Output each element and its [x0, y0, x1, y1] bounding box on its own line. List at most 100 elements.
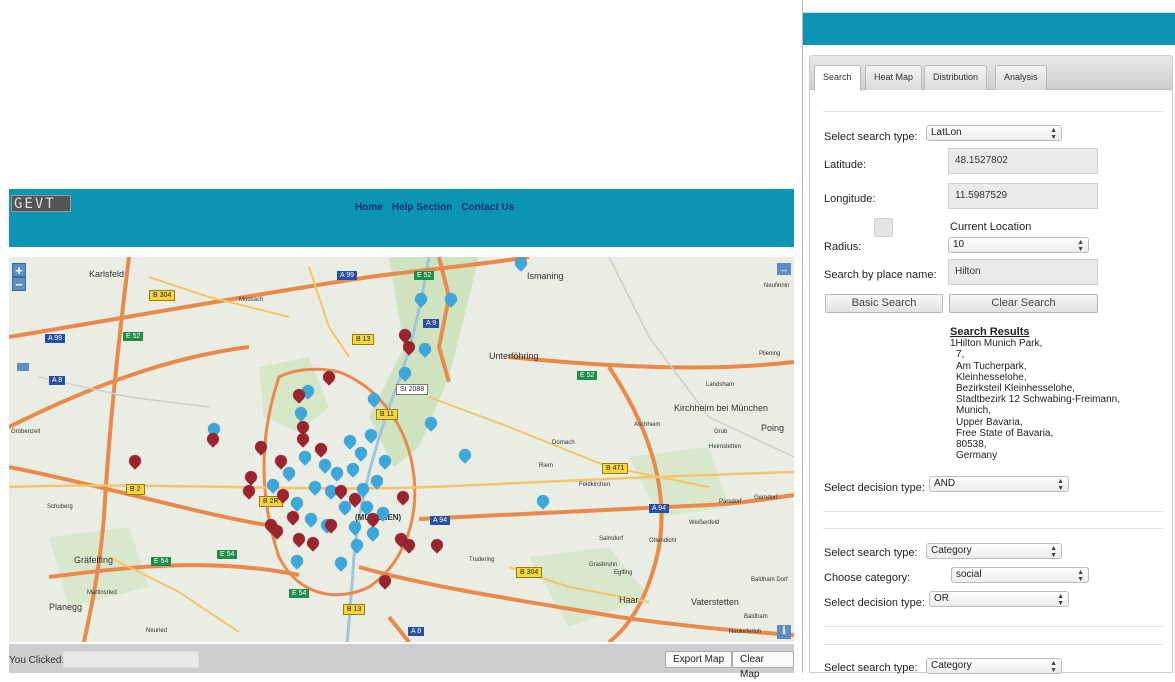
map-view[interactable]: Karlsfeld Ismaning Unterföhring Kirchhei…: [9, 257, 794, 642]
search-type-select[interactable]: LatLon ▲ ▼: [926, 125, 1062, 141]
place-label: Neufinnin: [764, 283, 790, 289]
zoom-in-button[interactable]: +: [12, 263, 26, 277]
road-shield: A 8: [49, 376, 66, 385]
place-label: Planegg: [49, 602, 83, 612]
map-footer: You Clicked: Export Map Clear Map: [9, 644, 794, 680]
place-label: Baldham Dorf: [751, 577, 788, 583]
place-label: Trudering: [469, 557, 495, 563]
road-shield: A 94: [649, 504, 670, 513]
select-arrows-icon: ▲ ▼: [1050, 545, 1057, 559]
road-shield: E 54: [217, 550, 238, 559]
control-panel: Search Heat Map Distribution Analysis Se…: [802, 0, 1175, 674]
clicked-coordinates-field[interactable]: [63, 651, 199, 668]
search-type-select[interactable]: Category ▲ ▼: [926, 658, 1062, 674]
nav-home-link[interactable]: Home: [355, 202, 383, 213]
road-shield: B 13: [352, 334, 375, 345]
panel-tabs: Search Heat Map Distribution Analysis: [810, 56, 1172, 91]
place-label: Riem: [539, 463, 554, 469]
category-value: social: [956, 569, 982, 580]
tab-distribution[interactable]: Distribution: [924, 65, 988, 90]
road-shield: B 13: [343, 604, 366, 615]
map-app: GEVT Home Help Section Contact Us Karlsf…: [9, 189, 794, 680]
clicked-label: You Clicked:: [9, 655, 65, 666]
result-line: Stadtbezirk 12 Schwabing-Freimann,: [956, 394, 1120, 406]
result-line: Upper Bavaria,: [956, 416, 1023, 428]
select-arrows-icon: ▲ ▼: [1050, 127, 1057, 141]
latitude-label: Latitude:: [824, 159, 867, 171]
tab-analysis[interactable]: Analysis: [995, 65, 1047, 90]
select-arrows-icon: ▲ ▼: [1057, 478, 1064, 492]
nav-help-link[interactable]: Help Section: [392, 202, 453, 213]
search-results-title: Search Results: [950, 326, 1030, 338]
result-line: 1Hilton Munich Park,: [950, 338, 1043, 350]
road-shield: A 9: [423, 319, 440, 328]
result-line: Am Tucherpark,: [956, 360, 1027, 372]
expand-icon[interactable]: ↔: [777, 263, 791, 275]
current-location-label: Current Location: [950, 221, 1032, 233]
place-name-field[interactable]: Hilton: [948, 259, 1098, 285]
place-label: Poing: [761, 423, 785, 433]
place-label: Parsdorf: [719, 499, 742, 505]
search-type-label: Select search type:: [824, 662, 918, 674]
road-shield: B 304: [149, 290, 176, 301]
layer-toggle-icon[interactable]: [17, 363, 29, 371]
divider: [823, 511, 1163, 512]
road-shield: B 471: [602, 463, 629, 474]
result-line: Kleinhesselohe,: [956, 371, 1027, 383]
result-line: 80538,: [956, 439, 987, 451]
place-label: Feldkirchen: [579, 482, 611, 488]
result-line: Munich,: [956, 405, 992, 417]
road-shield: A 8: [408, 627, 425, 636]
current-location-checkbox[interactable]: [874, 218, 893, 237]
decision-type-select[interactable]: AND ▲ ▼: [929, 476, 1069, 492]
panel-header: [803, 12, 1175, 45]
decision-type-value: OR: [934, 593, 949, 604]
place-label: Dornach: [552, 440, 575, 446]
divider: [823, 111, 1163, 112]
clear-search-button[interactable]: Clear Search: [949, 294, 1098, 313]
road-shield: E 52: [123, 332, 144, 341]
export-map-button[interactable]: Export Map: [665, 651, 733, 668]
tab-heat-map[interactable]: Heat Map: [865, 65, 923, 90]
road-shield: E 54: [151, 557, 172, 566]
app-header: GEVT Home Help Section Contact Us: [9, 189, 794, 247]
nav-contact-link[interactable]: Contact Us: [461, 202, 514, 213]
road-shield: A 99: [45, 334, 66, 343]
road-shield: B 11: [376, 409, 398, 420]
app-logo[interactable]: GEVT: [11, 195, 71, 212]
place-label: Grasbrunn: [589, 562, 618, 568]
zoom-out-button[interactable]: −: [12, 277, 26, 291]
place-label: Baldham: [744, 614, 768, 620]
radius-value: 10: [953, 239, 965, 250]
radius-select[interactable]: 10 ▲ ▼: [948, 237, 1089, 253]
place-label: Salmdorf: [599, 536, 624, 542]
place-label: Heimstetten: [709, 444, 742, 450]
road-shield: A 94: [430, 516, 451, 525]
longitude-field[interactable]: 11.5987529: [948, 183, 1098, 209]
search-type-select[interactable]: Category ▲ ▼: [926, 543, 1062, 559]
panel-body: Search Heat Map Distribution Analysis Se…: [809, 55, 1173, 674]
main-nav: Home Help Section Contact Us: [355, 202, 514, 213]
place-label: Neuried: [146, 628, 168, 634]
place-label: Karlsfeld: [89, 269, 125, 279]
divider: [823, 626, 1163, 627]
place-label: Landsham: [706, 382, 735, 388]
road-shield: E 54: [289, 589, 310, 598]
search-type-value: Category: [931, 660, 972, 671]
latitude-field[interactable]: 48.1527802: [948, 148, 1098, 174]
decision-type-select[interactable]: OR ▲ ▼: [929, 591, 1069, 607]
select-arrows-icon: ▲ ▼: [1057, 593, 1064, 607]
place-label: Ottendichl: [649, 538, 677, 544]
road-shield: E 52: [577, 371, 598, 380]
radius-label: Radius:: [824, 241, 862, 253]
info-icon[interactable]: i: [777, 625, 791, 639]
place-label: Eglfing: [614, 570, 633, 576]
place-label: Gerndorf: [754, 495, 778, 501]
search-results: Search Results 1Hilton Munich Park, 7, A…: [950, 326, 1120, 461]
clear-map-button[interactable]: Clear Map: [732, 651, 794, 680]
search-type-value: LatLon: [931, 127, 962, 138]
tab-search[interactable]: Search: [814, 65, 861, 91]
longitude-label: Longitude:: [824, 193, 876, 205]
category-select[interactable]: social ▲ ▼: [951, 567, 1089, 583]
basic-search-button[interactable]: Basic Search: [825, 294, 943, 313]
